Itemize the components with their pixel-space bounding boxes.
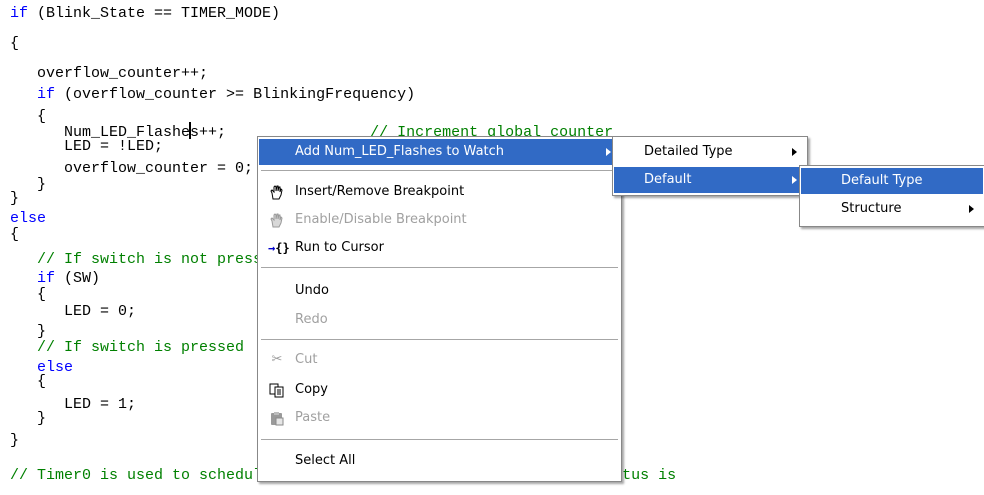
menu-item-undo[interactable]: Undo [259, 278, 620, 304]
code-keyword: if [10, 5, 29, 22]
menu-item-label: Undo [295, 283, 329, 298]
code-line: } [10, 188, 19, 210]
code-text: LED = 0; [10, 303, 137, 320]
code-line: overflow_counter++; [10, 63, 208, 85]
code-text: { [10, 226, 20, 243]
run-to-cursor-icon: →{} [268, 241, 290, 255]
menu-item-label: Default [644, 172, 692, 187]
menu-item-label: Copy [295, 382, 328, 397]
menu-item-label: Enable/Disable Breakpoint [295, 212, 467, 227]
menu-item-default-type[interactable]: Default Type [801, 168, 983, 194]
menu-item-default[interactable]: Default [614, 167, 806, 193]
scissors-icon: ✂ [271, 352, 283, 367]
menu-item-redo[interactable]: Redo [259, 307, 620, 333]
menu-item-label: Cut [295, 352, 318, 367]
code-text: overflow_counter++; [10, 65, 209, 82]
menu-item-label: Redo [295, 312, 328, 327]
code-comment: // If switch is not pressed [37, 251, 281, 268]
menu-item-label: Paste [295, 410, 331, 425]
submenu-arrow-icon [792, 176, 797, 184]
menu-item-select-all[interactable]: Select All [259, 448, 620, 474]
menu-item-label: Run to Cursor [295, 240, 384, 255]
code-line: { [10, 224, 19, 246]
menu-item-detailed-type[interactable]: Detailed Type [614, 139, 806, 165]
menu-item-label: Detailed Type [644, 144, 733, 159]
code-text: } [10, 410, 47, 427]
menu-separator [261, 439, 618, 440]
submenu-arrow-icon [606, 148, 611, 156]
menu-item-insert-remove-breakpoint[interactable]: Insert/Remove Breakpoint [259, 179, 620, 205]
code-text: (Blink_State == TIMER_MODE) [28, 5, 281, 22]
code-text: LED = !LED; [10, 138, 164, 155]
code-text: } [10, 190, 20, 207]
context-menu: Add Num_LED_Flashes to Watch Insert/Remo… [257, 136, 622, 482]
code-keyword: if [37, 86, 56, 103]
hand-disabled-icon [268, 213, 286, 228]
menu-item-enable-disable-breakpoint[interactable]: Enable/Disable Breakpoint [259, 207, 620, 233]
code-text: { [10, 35, 20, 52]
submenu-arrow-icon [792, 148, 797, 156]
code-line: LED = 0; [10, 301, 136, 323]
paste-icon [268, 411, 286, 426]
code-line: if (Blink_State == TIMER_MODE) [10, 3, 280, 25]
code-comment: // If switch is pressed [37, 339, 245, 356]
code-text: overflow_counter = 0; [10, 160, 254, 177]
hand-icon [268, 185, 286, 200]
menu-item-paste[interactable]: Paste [259, 405, 620, 431]
code-line: if (overflow_counter >= BlinkingFrequenc… [10, 84, 415, 106]
code-line: overflow_counter = 0; [10, 158, 253, 180]
copy-icon [268, 383, 286, 398]
code-line: } [10, 430, 19, 452]
code-text: (SW) [55, 270, 101, 287]
menu-item-label: Default Type [841, 173, 923, 188]
menu-separator [261, 170, 618, 171]
watch-submenu: Detailed Type Default [612, 136, 808, 196]
menu-item-label: Select All [295, 453, 356, 468]
code-text: { [10, 373, 47, 390]
menu-item-label: Insert/Remove Breakpoint [295, 184, 465, 199]
menu-item-cut[interactable]: ✂ Cut [259, 347, 620, 373]
code-line: } [10, 408, 46, 430]
menu-item-structure[interactable]: Structure [801, 196, 983, 222]
code-line: // If switch is pressed [10, 337, 244, 359]
code-text: } [10, 432, 20, 449]
code-line: { [10, 371, 46, 393]
code-line: LED = !LED; [10, 136, 163, 158]
menu-item-run-to-cursor[interactable]: →{} Run to Cursor [259, 235, 620, 261]
default-submenu: Default Type Structure [799, 165, 984, 227]
menu-item-label: Add Num_LED_Flashes to Watch [295, 144, 505, 159]
submenu-arrow-icon [969, 205, 974, 213]
menu-item-label: Structure [841, 201, 902, 216]
code-line: { [10, 33, 19, 55]
menu-item-copy[interactable]: Copy [259, 377, 620, 403]
menu-separator [261, 267, 618, 268]
menu-separator [261, 339, 618, 340]
code-text: (overflow_counter >= BlinkingFrequency) [55, 86, 416, 103]
code-text: s++; [190, 124, 227, 141]
menu-item-add-watch[interactable]: Add Num_LED_Flashes to Watch [259, 139, 620, 165]
